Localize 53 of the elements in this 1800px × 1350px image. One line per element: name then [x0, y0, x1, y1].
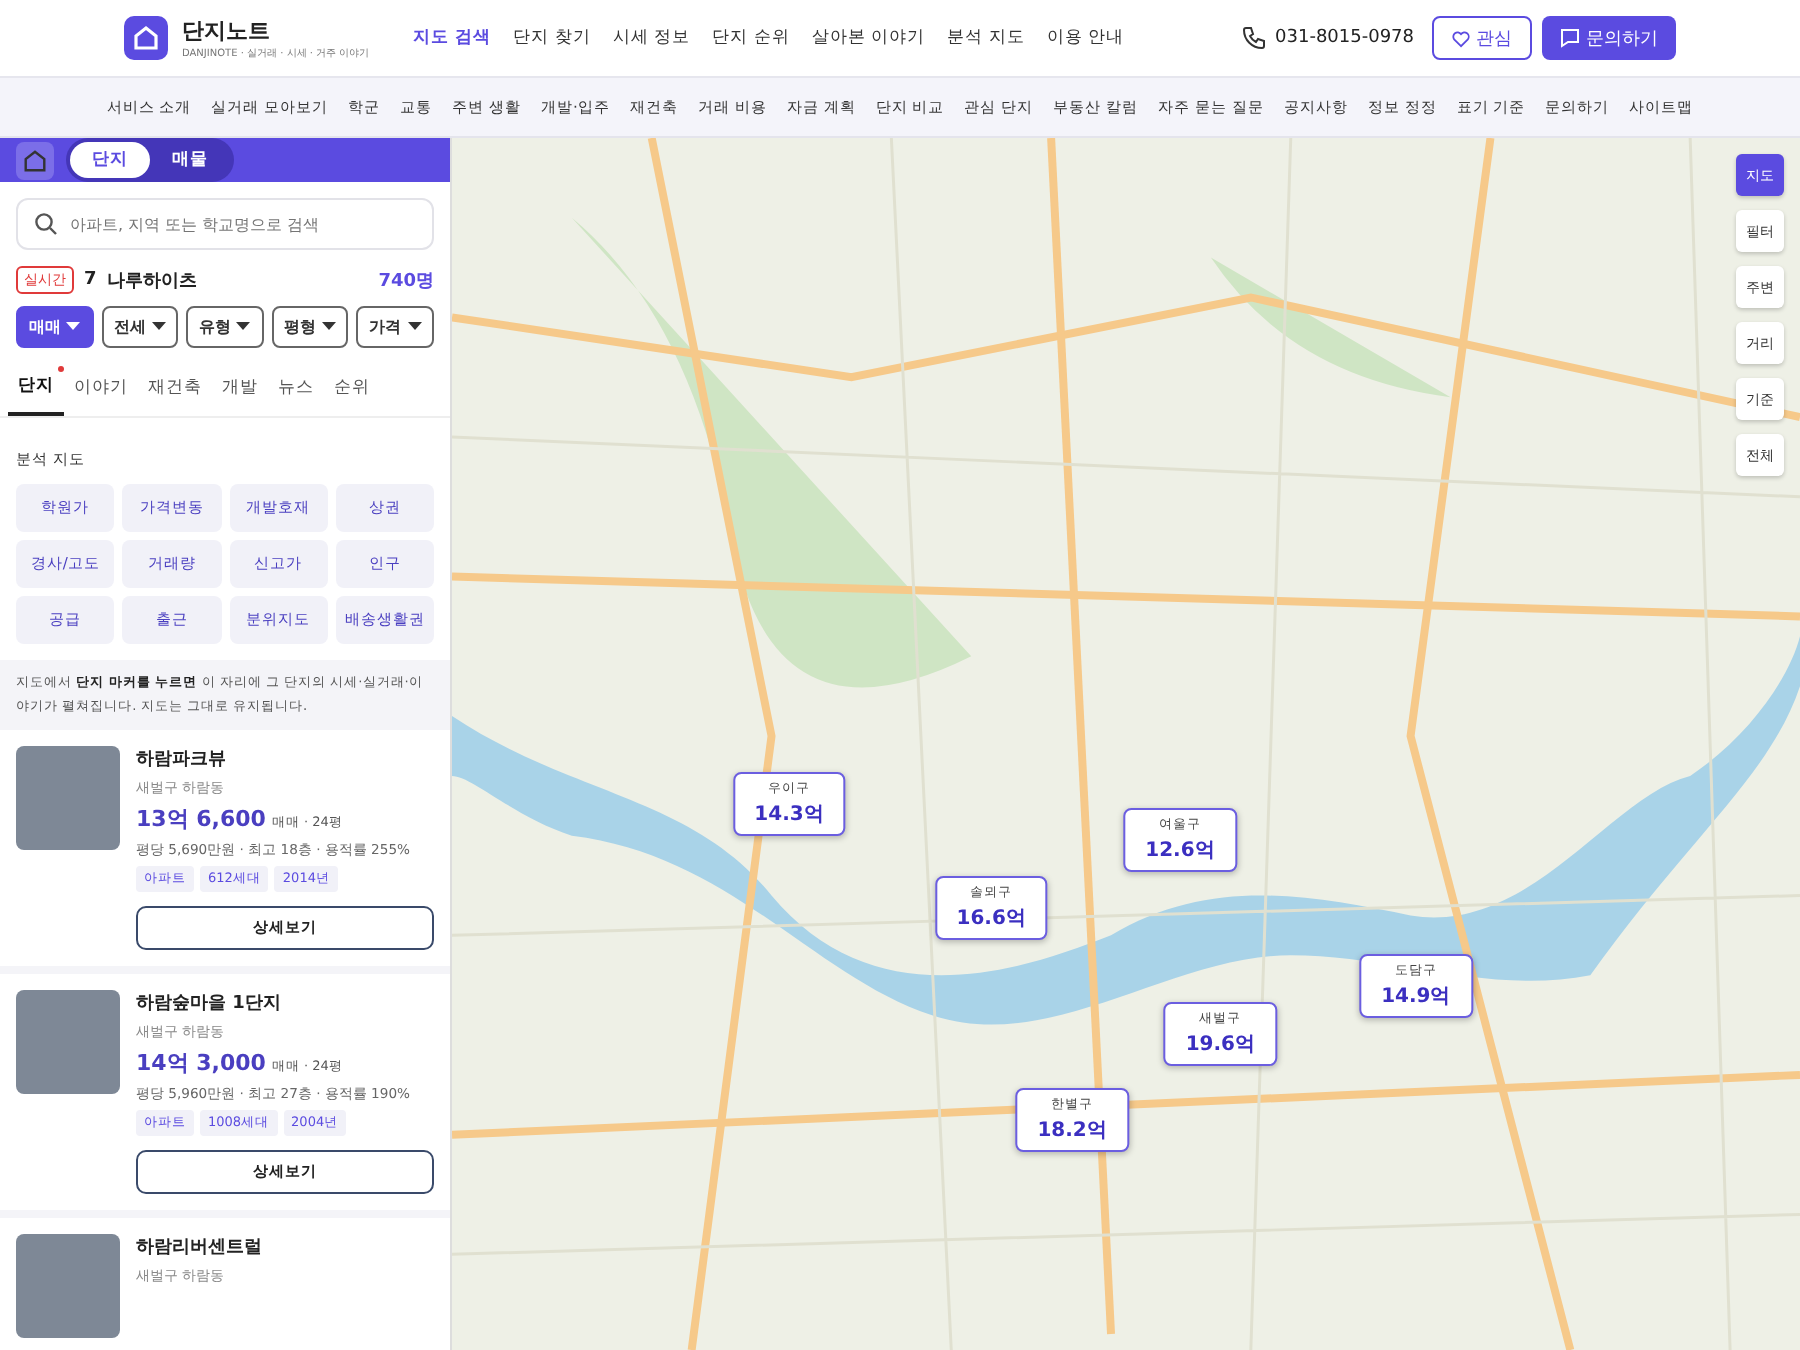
listing-name: 하람리버센트럴 — [136, 1236, 264, 1261]
trending-count: 740명 — [378, 269, 434, 293]
heart-icon — [1452, 29, 1470, 47]
nav-link[interactable]: 분석 지도 — [947, 26, 1025, 50]
district-price: 16.6억 — [956, 905, 1026, 932]
tab[interactable]: 재건축 — [138, 360, 212, 416]
listing-name: 하람숲마을 1단지 — [136, 992, 283, 1017]
filter-dropdown[interactable]: 전세 — [101, 306, 179, 348]
district-price: 14.3억 — [754, 802, 824, 829]
favorite-button[interactable]: 관심 — [1432, 16, 1532, 60]
nav-link[interactable]: 살아본 이야기 — [811, 26, 926, 50]
listing-name: 하람파크뷰 — [136, 748, 228, 773]
nav-link[interactable]: 시세 정보 — [612, 26, 691, 50]
caret-icon — [322, 322, 337, 332]
photo-placeholder — [16, 1234, 120, 1339]
home-button[interactable] — [16, 141, 54, 179]
filter-dropdown[interactable]: 평형 — [271, 306, 349, 348]
photo-placeholder — [16, 746, 120, 851]
nav-link[interactable]: 지도 검색 — [413, 26, 492, 50]
nav-link[interactable]: 이용 안내 — [1046, 26, 1125, 50]
tab[interactable]: 개발 — [212, 360, 268, 416]
nav-link[interactable]: 단지 순위 — [712, 26, 790, 50]
district-price: 12.6억 — [1145, 838, 1215, 865]
tab[interactable]: 단지 — [8, 360, 64, 416]
district-price: 19.6억 — [1185, 1032, 1256, 1059]
home-icon — [22, 147, 48, 173]
photo-placeholder — [16, 990, 120, 1095]
trending-name[interactable]: 나루하이츠 — [106, 267, 197, 293]
search-field[interactable]: 아파트, 지역 또는 학교명으로 검색 — [16, 198, 434, 250]
tab[interactable]: 뉴스 — [268, 360, 324, 416]
chat-icon — [1560, 28, 1580, 48]
district-price: 18.2억 — [1037, 1117, 1107, 1144]
caret-icon — [236, 322, 251, 332]
district-price: 14.9억 — [1381, 984, 1451, 1011]
listing-price: 13억 6,600 — [136, 804, 266, 835]
tab[interactable]: 순위 — [324, 360, 380, 416]
caret-icon — [151, 322, 166, 332]
caret-icon — [407, 322, 422, 332]
phone-number: 031-8015-0978 — [1275, 28, 1414, 48]
mode-tab[interactable]: 단지 — [70, 142, 150, 178]
logo-icon — [124, 16, 168, 60]
caret-icon — [66, 322, 81, 332]
trending-rank: 7 — [84, 270, 97, 290]
mode-tab[interactable]: 매물 — [150, 142, 230, 178]
inquiry-button[interactable]: 문의하기 — [1542, 16, 1676, 60]
listing-price: 14억 3,000 — [136, 1048, 266, 1079]
phone-icon — [1241, 26, 1266, 50]
nav-link[interactable]: 단지 찾기 — [513, 26, 591, 50]
filter-dropdown[interactable]: 가격 — [356, 306, 434, 348]
filter-dropdown[interactable]: 매매 — [16, 306, 94, 348]
filter-dropdown[interactable]: 유형 — [186, 306, 264, 348]
tab[interactable]: 이야기 — [64, 360, 138, 416]
brand-name: 단지노트 — [182, 16, 272, 46]
